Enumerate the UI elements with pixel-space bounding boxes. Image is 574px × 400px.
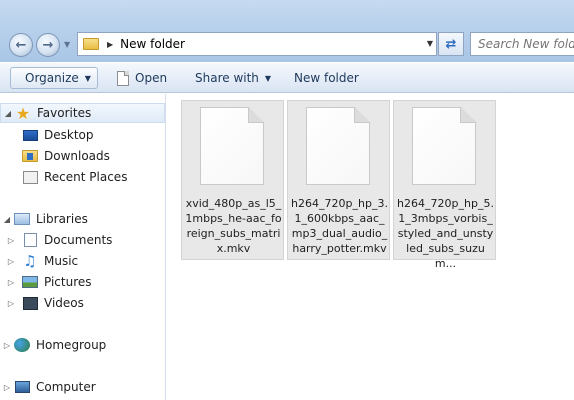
nav-item-label: Desktop xyxy=(44,128,94,142)
nav-item-label: Videos xyxy=(44,296,84,310)
file-item[interactable]: h264_720p_hp_5.1_3mbps_vorbis_styled_and… xyxy=(393,100,496,270)
film-strip-icon xyxy=(22,296,38,310)
recent-pages-dropdown-icon[interactable]: ▼ xyxy=(64,40,70,49)
file-item[interactable]: h264_720p_hp_3.1_600kbps_aac_mp3_dual_au… xyxy=(287,100,390,260)
file-name: h264_720p_hp_5.1_3mbps_vorbis_styled_and… xyxy=(397,197,494,270)
nav-item-label: Downloads xyxy=(44,149,110,163)
new-folder-button[interactable]: New folder xyxy=(294,67,359,89)
file-name: xvid_480p_as_l5_1mbps_he-aac_foreign_sub… xyxy=(185,197,282,255)
homegroup-icon-wrap xyxy=(14,338,30,353)
open-label: Open xyxy=(135,71,168,85)
collapsed-arrow-icon[interactable]: ▷ xyxy=(4,278,18,287)
downloads-icon xyxy=(22,150,38,162)
computer-icon xyxy=(14,381,30,393)
pictures-icon xyxy=(22,276,38,288)
collapsed-arrow-icon[interactable]: ▷ xyxy=(4,236,18,245)
nav-item-label: Libraries xyxy=(36,212,88,226)
new-folder-label: New folder xyxy=(294,71,359,85)
refresh-button[interactable]: ⇄ xyxy=(438,32,464,56)
nav-item-recent-places[interactable]: Recent Places xyxy=(0,167,165,187)
generic-file-icon xyxy=(200,107,264,185)
back-button[interactable]: ← xyxy=(9,33,33,57)
address-dropdown-icon[interactable]: ▼ xyxy=(427,39,433,48)
downloads-icon-wrap xyxy=(22,149,38,164)
nav-item-homegroup[interactable]: ▷ Homegroup xyxy=(0,335,165,355)
file-name: h264_720p_hp_3.1_600kbps_aac_mp3_dual_au… xyxy=(291,197,388,255)
nav-item-label: Favorites xyxy=(37,106,92,120)
nav-item-desktop[interactable]: Desktop xyxy=(0,125,165,145)
file-list: xvid_480p_as_l5_1mbps_he-aac_foreign_sub… xyxy=(167,94,574,400)
documents-icon xyxy=(23,233,37,247)
organize-button[interactable]: Organize ▼ xyxy=(10,67,98,89)
computer-icon-wrap xyxy=(14,380,30,395)
breadcrumb-chevron-icon[interactable]: ▶ xyxy=(107,40,113,49)
generic-file-icon xyxy=(306,107,370,185)
libraries-icon-wrap xyxy=(14,212,30,227)
nav-item-label: Music xyxy=(44,254,79,268)
document-icon xyxy=(117,70,129,86)
nav-item-libraries[interactable]: ◢ Libraries xyxy=(0,209,165,229)
nav-item-documents[interactable]: ▷ Documents xyxy=(0,230,165,250)
recent-places-icon xyxy=(22,170,38,184)
nav-item-favorites[interactable]: ◢ ★ Favorites xyxy=(0,103,165,123)
pictures-icon-wrap xyxy=(22,275,38,290)
search-input[interactable] xyxy=(470,32,574,56)
forward-arrow-icon: → xyxy=(42,37,54,53)
file-item[interactable]: xvid_480p_as_l5_1mbps_he-aac_foreign_sub… xyxy=(181,100,284,260)
nav-item-music[interactable]: ▷ ♫ Music xyxy=(0,251,165,271)
generic-file-icon xyxy=(412,107,476,185)
nav-item-computer[interactable]: ▷ Computer xyxy=(0,377,165,397)
expanded-arrow-icon[interactable]: ◢ xyxy=(0,215,14,224)
collapsed-arrow-icon[interactable]: ▷ xyxy=(0,383,14,392)
breadcrumb-current[interactable]: New folder xyxy=(120,37,185,51)
nav-item-downloads[interactable]: Downloads xyxy=(0,146,165,166)
collapsed-arrow-icon[interactable]: ▷ xyxy=(0,341,14,350)
nav-item-label: Computer xyxy=(36,380,96,394)
nav-item-label: Recent Places xyxy=(44,170,128,184)
open-button[interactable]: Open xyxy=(117,67,167,89)
refresh-icon: ⇄ xyxy=(445,36,457,52)
back-arrow-icon: ← xyxy=(15,37,27,53)
navigation-pane: ◢ ★ Favorites Desktop Downloads Recent P… xyxy=(0,94,166,400)
chevron-down-icon: ▼ xyxy=(84,73,91,83)
forward-button[interactable]: → xyxy=(36,33,60,57)
chevron-down-icon: ▼ xyxy=(264,73,272,83)
desktop-icon xyxy=(22,129,38,141)
music-note-icon: ♫ xyxy=(23,251,37,270)
folder-icon xyxy=(83,38,99,50)
homegroup-icon xyxy=(14,338,30,352)
desktop-icon-wrap xyxy=(22,128,38,143)
command-bar: Organize ▼ Open Share with ▼ New folder xyxy=(0,62,574,93)
star-icon: ★ xyxy=(15,103,31,123)
nav-item-label: Pictures xyxy=(44,275,92,289)
documents-icon-wrap xyxy=(22,233,38,248)
collapsed-arrow-icon[interactable]: ▷ xyxy=(4,257,18,266)
address-bar[interactable]: ▶ New folder ▼ xyxy=(77,32,437,56)
libraries-icon xyxy=(14,213,30,225)
recent-places-icon-wrap xyxy=(22,170,38,185)
nav-item-videos[interactable]: ▷ Videos xyxy=(0,293,165,313)
address-toolbar: ← → ▼ ▶ New folder ▼ ⇄ xyxy=(0,0,574,62)
share-with-label: Share with xyxy=(195,71,259,85)
organize-label: Organize xyxy=(25,71,79,85)
share-with-button[interactable]: Share with ▼ xyxy=(195,67,271,89)
nav-item-label: Documents xyxy=(44,233,113,247)
collapsed-arrow-icon[interactable]: ▷ xyxy=(4,299,18,308)
nav-item-pictures[interactable]: ▷ Pictures xyxy=(0,272,165,292)
videos-icon-wrap xyxy=(22,296,38,311)
nav-item-label: Homegroup xyxy=(36,338,107,352)
expanded-arrow-icon[interactable]: ◢ xyxy=(1,109,15,118)
